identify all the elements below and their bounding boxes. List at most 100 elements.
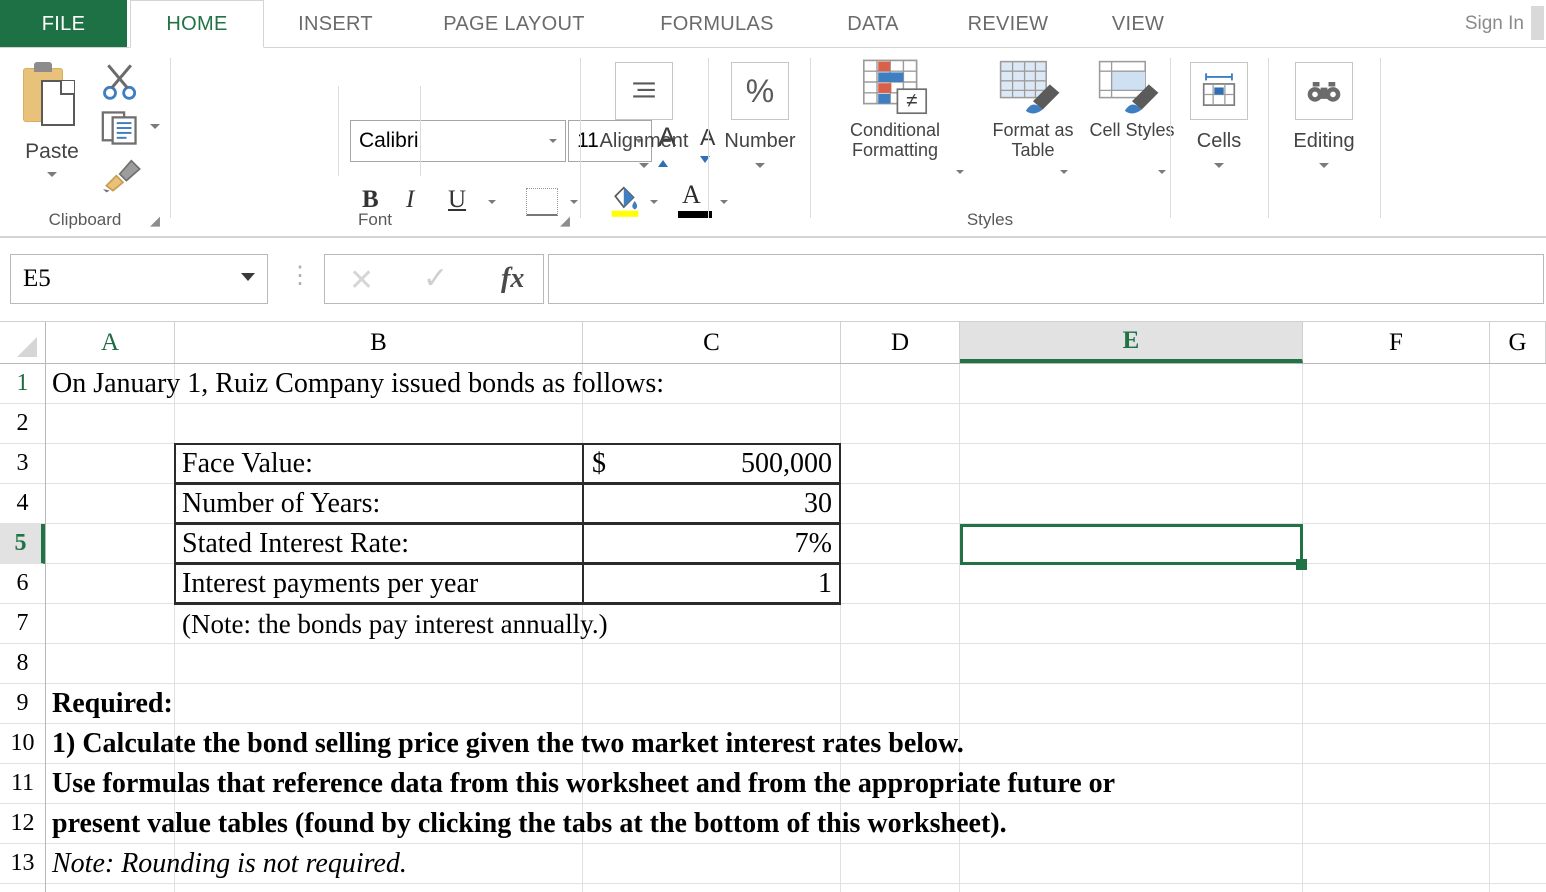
cell-c3[interactable]: 500,000 — [592, 444, 832, 484]
row-header-8[interactable]: 8 — [0, 644, 45, 684]
fill-handle[interactable] — [1296, 559, 1307, 570]
row-header-3-label: 3 — [16, 450, 29, 476]
row-header-13[interactable]: 13 — [0, 844, 45, 884]
cells-button[interactable]: Cells — [1174, 62, 1264, 174]
ribbon-group-editing: Editing — [1268, 48, 1380, 236]
column-header-f[interactable]: F — [1303, 322, 1490, 363]
cells-chevron-down-icon[interactable] — [1214, 162, 1224, 168]
font-group-inner-divider-2 — [420, 86, 421, 176]
column-header-d[interactable]: D — [841, 322, 960, 363]
enter-check-icon[interactable]: ✓ — [423, 261, 448, 296]
sign-in-link[interactable]: Sign In — [1465, 0, 1524, 48]
clipboard-dialog-launcher-icon[interactable]: ◢ — [148, 214, 162, 228]
tab-formulas[interactable]: FORMULAS — [623, 0, 811, 48]
cell-c6[interactable]: 1 — [592, 564, 832, 604]
paste-icon — [21, 60, 83, 138]
row-header-9[interactable]: 9 — [0, 684, 45, 724]
cell-styles-chevron-down-icon[interactable] — [1158, 170, 1166, 174]
paste-chevron-down-icon[interactable] — [47, 172, 57, 178]
row-header-7[interactable]: 7 — [0, 604, 45, 644]
tab-page-layout[interactable]: PAGE LAYOUT — [407, 0, 621, 48]
column-header-b[interactable]: B — [175, 322, 583, 363]
selected-cell-e5[interactable] — [960, 524, 1303, 565]
cell-c5[interactable]: 7% — [592, 524, 832, 564]
conditional-formatting-chevron-down-icon[interactable] — [956, 170, 964, 174]
cell-a1[interactable]: On January 1, Ruiz Company issued bonds … — [52, 364, 664, 404]
tab-file[interactable]: FILE — [0, 0, 127, 48]
cell-b4[interactable]: Number of Years: — [182, 484, 380, 524]
editing-button[interactable]: Editing — [1278, 62, 1370, 174]
paste-button[interactable]: Paste — [8, 56, 96, 206]
cell-b5[interactable]: Stated Interest Rate: — [182, 524, 409, 564]
select-all-corner-button[interactable] — [0, 322, 46, 363]
copy-icon[interactable] — [100, 110, 140, 146]
tab-insert[interactable]: INSERT — [266, 0, 405, 48]
bold-label: B — [362, 186, 379, 213]
sign-in-label: Sign In — [1464, 13, 1524, 34]
cell-a11[interactable]: Use formulas that reference data from th… — [52, 764, 1115, 804]
column-header-d-label: D — [890, 328, 910, 356]
number-chevron-down-icon[interactable] — [755, 162, 765, 168]
scissors-icon[interactable] — [100, 62, 140, 102]
insert-function-icon[interactable]: fx — [501, 263, 524, 295]
cell-b3[interactable]: Face Value: — [182, 444, 313, 484]
row-header-4[interactable]: 4 — [0, 484, 45, 524]
format-painter-icon[interactable] — [100, 154, 146, 194]
cell-a10[interactable]: 1) Calculate the bond selling price give… — [52, 724, 964, 764]
conditional-formatting-button[interactable]: ≠ Conditional Formatting — [820, 58, 970, 160]
row-header-5[interactable]: 5 — [0, 524, 45, 564]
row-header-1[interactable]: 1 — [0, 364, 45, 404]
row-header-6[interactable]: 6 — [0, 564, 45, 604]
column-header-c[interactable]: C — [583, 322, 841, 363]
font-name-input[interactable]: Calibri — [350, 120, 566, 162]
gridline-row-2 — [46, 404, 1546, 444]
row-header-12[interactable]: 12 — [0, 804, 45, 844]
vertical-scrollbar-thumb[interactable] — [1531, 6, 1544, 40]
formula-input[interactable] — [548, 254, 1544, 304]
cell-a13[interactable]: Note: Rounding is not required. — [52, 844, 407, 884]
name-box-chevron-down-icon[interactable] — [241, 273, 255, 281]
ribbon-group-cells: Cells — [1170, 48, 1268, 236]
alignment-chevron-down-icon[interactable] — [639, 162, 649, 168]
row-header-11-label: 11 — [10, 770, 35, 796]
format-as-table-button[interactable]: Format as Table — [978, 58, 1088, 160]
column-header-c-label: C — [703, 328, 720, 356]
cell-a12[interactable]: present value tables (found by clicking … — [52, 804, 1007, 844]
cell-c4[interactable]: 30 — [592, 484, 832, 524]
cell-b7[interactable]: (Note: the bonds pay interest annually.) — [182, 604, 608, 644]
tab-view[interactable]: VIEW — [1083, 0, 1193, 48]
column-header-a[interactable]: A — [46, 322, 175, 363]
column-header-g-label: G — [1508, 328, 1527, 356]
tab-insert-label: INSERT — [298, 12, 373, 35]
row-header-10[interactable]: 10 — [0, 724, 45, 764]
tab-data[interactable]: DATA — [813, 0, 933, 48]
tab-home[interactable]: HOME — [130, 0, 264, 48]
borders-chevron-down-icon[interactable] — [570, 200, 578, 204]
font-dialog-launcher-icon[interactable]: ◢ — [558, 214, 572, 228]
column-header-g[interactable]: G — [1490, 322, 1546, 363]
format-as-table-chevron-down-icon[interactable] — [1060, 170, 1068, 174]
formula-bar-grip[interactable]: ⋮ — [288, 264, 312, 288]
row-header-2[interactable]: 2 — [0, 404, 45, 444]
cell-b6[interactable]: Interest payments per year — [182, 564, 478, 604]
copy-chevron-down-icon[interactable] — [150, 124, 160, 129]
name-box[interactable]: E5 — [10, 254, 268, 304]
alignment-button[interactable]: Alignment — [598, 62, 690, 174]
row-header-11[interactable]: 11 — [0, 764, 45, 804]
tab-review[interactable]: REVIEW — [935, 0, 1081, 48]
column-header-e[interactable]: E — [960, 322, 1303, 363]
svg-text:≠: ≠ — [906, 90, 917, 112]
select-all-triangle-icon — [17, 337, 37, 357]
row-header-3[interactable]: 3 — [0, 444, 45, 484]
cell-a9[interactable]: Required: — [52, 684, 173, 724]
font-name-chevron-down-icon[interactable] — [549, 139, 557, 143]
cell-styles-button[interactable]: Cell Styles — [1082, 58, 1182, 140]
ribbon-group-font: Calibri 11 A A B I U A — [170, 48, 728, 236]
ribbon-group-number: % Number — [708, 48, 810, 236]
number-button[interactable]: % Number — [714, 62, 806, 174]
cancel-x-icon[interactable]: ✕ — [349, 263, 374, 298]
editing-chevron-down-icon[interactable] — [1319, 162, 1329, 168]
alignment-label: Alignment — [599, 130, 689, 152]
cell-area[interactable]: On January 1, Ruiz Company issued bonds … — [46, 364, 1546, 892]
underline-chevron-down-icon[interactable] — [488, 200, 496, 204]
